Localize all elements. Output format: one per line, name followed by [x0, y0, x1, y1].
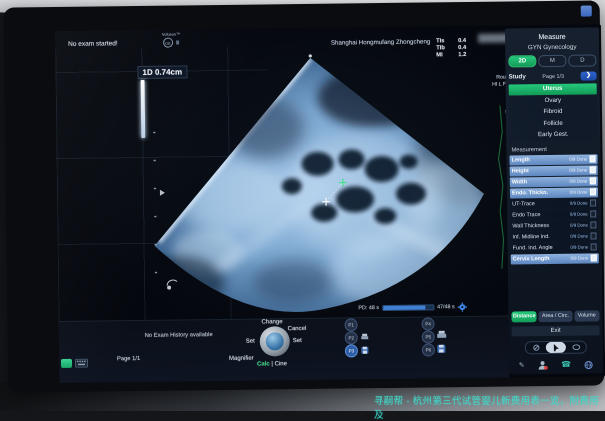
checkbox-icon[interactable]: [590, 200, 597, 207]
checkbox-icon[interactable]: [590, 222, 597, 229]
trackball-top-label: Change: [261, 319, 282, 325]
checkbox-icon[interactable]: [589, 156, 596, 163]
checkbox-icon[interactable]: [589, 167, 596, 174]
distance-button[interactable]: Distance: [511, 311, 537, 322]
measurement-row-ut-trace[interactable]: UT-Trace0/9 Done: [510, 198, 598, 209]
photo-watermark: 寻嗣帮 - 杭州第三代试管婴儿新费用表一览，附费用及: [374, 393, 605, 421]
globe-icon[interactable]: [584, 360, 593, 369]
depth-scale-marks: [153, 132, 157, 273]
p4-button[interactable]: P4: [421, 317, 434, 330]
study-label: Study: [509, 73, 526, 80]
gear-icon[interactable]: [458, 302, 468, 312]
exit-button[interactable]: Exit: [512, 325, 600, 336]
patient-icon[interactable]: [538, 360, 548, 370]
trackball-bottomleft-label: Magnifier: [229, 356, 254, 362]
trackball-bottom-label: Calc | Cine: [257, 361, 287, 367]
checkbox-icon[interactable]: [589, 178, 596, 185]
measurement-row-fund-ind-angle[interactable]: Fund. Ind. Angle0/9 Done: [511, 242, 599, 253]
measurement-header: Measurement: [509, 146, 597, 153]
ellipse-toggle[interactable]: [566, 342, 586, 353]
phone-icon[interactable]: ☎: [561, 361, 571, 369]
mode-tabs: 2D M D: [508, 54, 596, 67]
p2-button[interactable]: P2: [345, 331, 358, 344]
ultrasound-screen: No exam started! Voluson™ GE 1D 0.74cm S…: [55, 24, 605, 383]
logo-square-icon: [176, 41, 180, 45]
measurement-row-wall-thickness[interactable]: Wall Thickness0/9 Done: [510, 220, 598, 231]
study-item-uterus[interactable]: Uterus: [509, 83, 597, 95]
progress-bar: [382, 304, 434, 311]
trackball-right-label: Set: [293, 338, 302, 344]
panel-subtitle: GYN Gynecology: [508, 43, 596, 51]
checkbox-icon[interactable]: [590, 255, 597, 262]
trackball-left-label: Set: [246, 339, 255, 345]
printer-icon: [361, 333, 369, 340]
tab-m[interactable]: M: [538, 55, 566, 67]
progress-label: PD: 48 s: [358, 305, 379, 311]
save-disk-icon: [361, 346, 369, 354]
p1-button[interactable]: P1: [344, 318, 357, 331]
study-item-ovary[interactable]: Ovary: [509, 95, 597, 107]
cursor-toggle[interactable]: [546, 342, 566, 353]
blue-reflection: [581, 5, 592, 16]
measurement-row-inf-midline-ind[interactable]: Inf. Midline Ind.0/9 Done: [510, 231, 598, 242]
study-item-follicle[interactable]: Follicle: [509, 118, 597, 130]
progress-value: 47/48 s: [437, 304, 455, 310]
study-item-fibroid[interactable]: Fibroid: [509, 106, 597, 118]
trackball-topright-label: Cancel: [288, 326, 307, 332]
generic-tools: Distance Area / Circ. Volume: [511, 310, 599, 322]
tab-d[interactable]: D: [568, 54, 596, 66]
p5-button[interactable]: P5: [422, 330, 435, 343]
caliper-style-toggle: [525, 341, 587, 355]
study-header: Study Page 1/3 ❯: [509, 71, 597, 81]
checkbox-icon[interactable]: [590, 244, 597, 251]
ge-logo-icon: GE: [163, 38, 173, 48]
study-list: Uterus Ovary Fibroid Follicle Early Gest…: [509, 83, 598, 142]
bodymark-icon: [167, 280, 177, 289]
keyboard-icon[interactable]: [75, 359, 88, 368]
measurement-row-cervix-length[interactable]: Cervix Length0/9 Done: [511, 253, 599, 264]
checkbox-icon[interactable]: [589, 189, 596, 196]
voluson-wordmark: Voluson™: [149, 31, 193, 37]
checkbox-icon[interactable]: [590, 211, 597, 218]
measurement-row-length[interactable]: Length0/9 Done: [510, 154, 598, 165]
next-page-button[interactable]: ❯: [580, 71, 596, 80]
ultrasound-image: [110, 43, 564, 338]
clipboard-green-icon[interactable]: [61, 359, 72, 368]
caliper-toggle[interactable]: [526, 342, 546, 353]
utility-icons: ✎ ☎: [512, 359, 600, 370]
printer-icon: [437, 330, 447, 339]
archive-progress: PD: 48 s 47/48 s: [358, 302, 467, 313]
page-indicator: Page 1/1: [117, 356, 140, 362]
checkbox-icon[interactable]: [590, 233, 597, 240]
study-page-indicator: Page 1/3: [528, 73, 579, 80]
pencil-icon[interactable]: ✎: [519, 362, 525, 369]
area-circ-button[interactable]: Area / Circ.: [539, 311, 572, 322]
trackball-ball-icon: [266, 332, 284, 350]
save-disk-icon: [437, 344, 446, 353]
no-exam-status: No exam started!: [68, 40, 118, 48]
p6-button[interactable]: P6: [422, 343, 435, 356]
measurement-row-endo-trace[interactable]: Endo Trace0/9 Done: [510, 209, 598, 220]
study-item-early-gest[interactable]: Early Gest.: [509, 129, 597, 141]
volume-button[interactable]: Volume: [574, 310, 600, 321]
measure-panel: Measure GYN Gynecology 2D M D Study Page…: [505, 27, 603, 374]
focus-marker-icon: [160, 190, 165, 196]
tgc-curve: [498, 106, 504, 269]
measurement-row-endo-thickn[interactable]: Endo. Thickn.0/9 Done: [510, 187, 598, 198]
measurement-row-width[interactable]: Width0/9 Done: [510, 176, 598, 187]
panel-title: Measure: [508, 33, 596, 41]
ultrasound-monitor: No exam started! Voluson™ GE 1D 0.74cm S…: [4, 0, 605, 392]
probe-apex-marker: [309, 54, 312, 57]
tab-2d[interactable]: 2D: [508, 55, 536, 67]
measurement-list: Length0/9 Done Height0/9 Done Width0/9 D…: [510, 154, 599, 265]
measurement-row-height[interactable]: Height0/9 Done: [510, 165, 598, 176]
p3-button[interactable]: P3: [345, 344, 358, 357]
voluson-logo: Voluson™ GE: [149, 31, 193, 48]
